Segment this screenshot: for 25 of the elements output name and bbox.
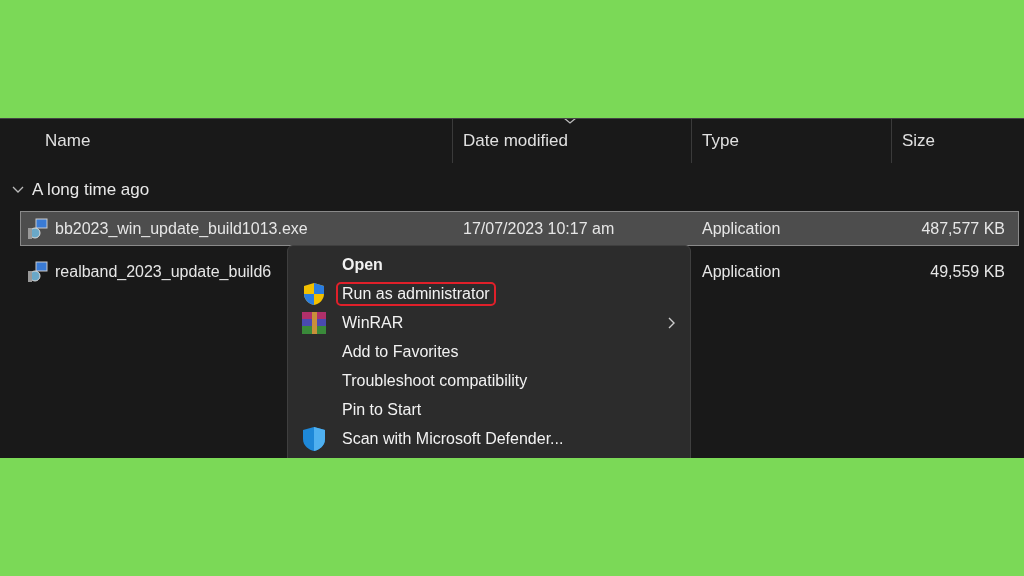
shield-icon xyxy=(302,425,326,452)
menu-item[interactable]: Add to Favorites xyxy=(336,339,465,364)
column-header[interactable]: Date modified xyxy=(463,131,568,151)
file-name[interactable]: bb2023_win_update_build1013.exe xyxy=(55,219,308,238)
file-size: 49,559 KB xyxy=(929,262,1005,281)
file-size: 487,577 KB xyxy=(920,219,1005,238)
installer-icon xyxy=(27,260,49,283)
file-type: Application xyxy=(701,262,782,281)
menu-item[interactable]: Troubleshoot compatibility xyxy=(336,368,534,393)
menu-item[interactable]: Run as administrator xyxy=(336,281,496,306)
column-header[interactable]: Type xyxy=(702,131,739,151)
installer-icon xyxy=(27,217,49,240)
chevron-icon[interactable] xyxy=(12,186,24,194)
archive-icon xyxy=(302,311,326,334)
file-name[interactable]: realband_2023_update_build6 xyxy=(55,262,272,281)
menu-item[interactable]: Open xyxy=(336,252,389,277)
menu-item[interactable]: Scan with Microsoft Defender... xyxy=(336,426,570,451)
file-type: Application xyxy=(701,219,782,238)
menu-item[interactable]: Pin to Start xyxy=(336,397,428,422)
date-modified: 17/07/2023 10:17 am xyxy=(462,219,615,237)
column-header[interactable]: Name xyxy=(45,131,91,151)
column-header[interactable]: Size xyxy=(902,131,936,151)
shield-icon xyxy=(302,281,326,306)
group-header[interactable]: A long time ago xyxy=(32,180,150,200)
menu-item[interactable]: WinRAR xyxy=(336,310,410,335)
